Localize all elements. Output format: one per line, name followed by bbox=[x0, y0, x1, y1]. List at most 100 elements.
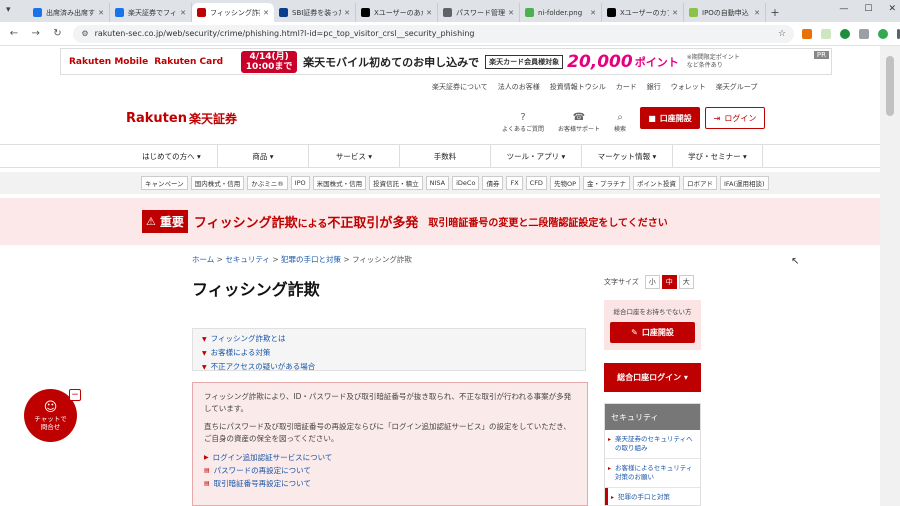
close-window-icon[interactable]: ✕ bbox=[888, 4, 896, 14]
tab-search-icon[interactable]: ▾ bbox=[6, 5, 20, 17]
support-link[interactable]: ☎ お客様サポート bbox=[558, 112, 600, 133]
subnav-item[interactable]: 金・プラチナ bbox=[583, 176, 630, 190]
rakuten-logo[interactable]: Rakuten 楽天証券 bbox=[126, 110, 237, 127]
top-link[interactable]: 法人のお客様 bbox=[498, 82, 540, 92]
url-field[interactable]: ⚙ rakuten-sec.co.jp/web/security/crime/p… bbox=[73, 24, 795, 43]
search-link[interactable]: ⌕ 検索 bbox=[614, 112, 626, 133]
gnav-item[interactable]: 商品 ▾ bbox=[217, 145, 308, 167]
gnav-item[interactable]: ツール・アプリ ▾ bbox=[490, 145, 581, 167]
browser-tab[interactable]: Xユーザーのカブ ✕ bbox=[602, 3, 684, 22]
scrollbar-thumb[interactable] bbox=[886, 56, 894, 116]
subnav-item[interactable]: かぶミニ® bbox=[247, 176, 288, 190]
gnav-item[interactable]: マーケット情報 ▾ bbox=[581, 145, 672, 167]
close-icon[interactable]: ✕ bbox=[754, 9, 760, 17]
close-icon[interactable]: ✕ bbox=[426, 9, 432, 17]
notice-link[interactable]: ▶ ログイン追加認証サービスについて bbox=[204, 451, 576, 464]
close-icon[interactable]: ✕ bbox=[180, 9, 186, 17]
subnav-item[interactable]: NISA bbox=[425, 176, 450, 190]
extension-icon[interactable] bbox=[840, 28, 851, 39]
subnav-item[interactable]: iDeCo bbox=[452, 176, 480, 190]
subnav-item[interactable]: 債券 bbox=[482, 176, 504, 190]
browser-tab[interactable]: パスワード管理ソ✕ bbox=[438, 3, 520, 22]
top-link[interactable]: 銀行 bbox=[647, 82, 661, 92]
tab-title: パスワード管理ソ bbox=[456, 8, 505, 17]
browser-tab-active[interactable]: フィッシング詐欺✕ bbox=[192, 3, 274, 22]
close-icon[interactable]: ✕ bbox=[344, 9, 350, 17]
top-link[interactable]: 楽天グループ bbox=[716, 82, 758, 92]
side-menu-item-current[interactable]: 犯罪の手口と対策 bbox=[605, 488, 700, 505]
breadcrumb-home[interactable]: ホーム bbox=[192, 255, 214, 264]
maximize-icon[interactable]: ☐ bbox=[864, 4, 872, 14]
toc-item[interactable]: ▼ お客様による対策 bbox=[202, 346, 576, 360]
breadcrumb-security[interactable]: セキュリティ bbox=[225, 255, 270, 264]
top-link[interactable]: カード bbox=[616, 82, 637, 92]
pencil-icon: ✎ bbox=[631, 328, 638, 337]
close-icon[interactable]: ✕ bbox=[98, 9, 104, 17]
notice-link[interactable]: ▤ 取引暗証番号再設定について bbox=[204, 477, 576, 490]
notice-link[interactable]: ▤ パスワードの再設定について bbox=[204, 464, 576, 477]
subnav-item[interactable]: 投資信託・積立 bbox=[369, 176, 423, 190]
side-menu-item[interactable]: 楽天証券のセキュリティへの取り組み bbox=[605, 430, 700, 459]
reload-icon[interactable]: ↻ bbox=[50, 28, 66, 39]
gnav-item[interactable]: はじめての方へ ▾ bbox=[126, 145, 217, 167]
top-link[interactable]: 楽天証券について bbox=[432, 82, 488, 92]
gnav-item[interactable]: 手数料 bbox=[399, 145, 490, 167]
minimize-icon[interactable]: — bbox=[839, 4, 848, 14]
extension-icon[interactable] bbox=[802, 28, 813, 39]
subnav-item[interactable]: ポイント投資 bbox=[633, 176, 680, 190]
ad-banner[interactable]: Rakuten Mobile Rakuten Card 4/14(月) 10:0… bbox=[60, 48, 832, 75]
toc-item[interactable]: ▼ フィッシング詐欺とは bbox=[202, 332, 576, 346]
toc-item[interactable]: ▼ 不正アクセスの疑いがある場合 bbox=[202, 360, 576, 374]
phishing-alert-banner[interactable]: ⚠ 重要 フィッシング詐欺による不正取引が多発 取引暗証番号の変更と二段階認証設定… bbox=[0, 198, 880, 245]
chat-minimize-button[interactable]: − bbox=[69, 389, 81, 401]
side-login-button[interactable]: 総合口座ログイン ▾ bbox=[604, 363, 701, 392]
font-size-medium-button[interactable]: 中 bbox=[661, 275, 677, 289]
login-icon: ⇥ bbox=[713, 113, 721, 123]
subnav-item[interactable]: 国内株式・信用 bbox=[190, 176, 245, 190]
font-size-large-button[interactable]: 大 bbox=[678, 275, 694, 289]
support-label: お客様サポート bbox=[558, 126, 601, 133]
side-open-account-button[interactable]: ✎ 口座開設 bbox=[610, 322, 695, 343]
header-login-button[interactable]: ⇥ ログイン bbox=[705, 107, 765, 129]
chat-face-icon: ☺ bbox=[43, 399, 58, 415]
profile-icon[interactable] bbox=[878, 28, 889, 39]
faq-label: よくあるご質問 bbox=[502, 126, 545, 133]
browser-tab[interactable]: 楽天証券でフィッ✕ bbox=[110, 3, 192, 22]
page-scrollbar[interactable] bbox=[880, 46, 900, 506]
browser-tab[interactable]: SBI証券を装った ✕ bbox=[274, 3, 356, 22]
font-size-small-button[interactable]: 小 bbox=[644, 275, 660, 289]
close-icon[interactable]: ✕ bbox=[590, 9, 596, 17]
subnav-item[interactable]: キャンペーン bbox=[141, 176, 188, 190]
browser-tab[interactable]: 出席済み出席する✕ bbox=[28, 3, 110, 22]
subnav-item[interactable]: 米国株式・信用 bbox=[312, 176, 367, 190]
top-link[interactable]: 投資情報トウシル bbox=[550, 82, 606, 92]
subnav-item[interactable]: CFD bbox=[525, 176, 547, 190]
close-icon[interactable]: ✕ bbox=[508, 9, 514, 17]
subnav-item[interactable]: 先物OP bbox=[549, 176, 580, 190]
extension-icon[interactable] bbox=[821, 28, 832, 39]
subnav-item[interactable]: IPO bbox=[290, 176, 310, 190]
side-menu-item[interactable]: お客様によるセキュリティ対策のお願い bbox=[605, 459, 700, 488]
top-link[interactable]: ウォレット bbox=[671, 82, 706, 92]
forward-icon[interactable]: → bbox=[28, 28, 44, 39]
subnav-item[interactable]: ロボアド bbox=[683, 176, 717, 190]
puzzle-icon[interactable] bbox=[859, 28, 870, 39]
bookmark-star-icon[interactable]: ☆ bbox=[778, 29, 786, 39]
gnav-item[interactable]: サービス ▾ bbox=[308, 145, 399, 167]
close-icon[interactable]: ✕ bbox=[263, 9, 269, 17]
subnav-item[interactable]: IFA(運用相談) bbox=[720, 176, 769, 190]
back-icon[interactable]: ← bbox=[6, 28, 22, 39]
close-icon[interactable]: ✕ bbox=[672, 9, 678, 17]
mouse-cursor-icon: ↖ bbox=[791, 256, 800, 267]
faq-link[interactable]: ? よくあるご質問 bbox=[502, 112, 544, 133]
browser-tab[interactable]: IPOの自動申込 ✕ bbox=[684, 3, 766, 22]
subnav-item[interactable]: FX bbox=[506, 176, 523, 190]
new-tab-button[interactable]: + bbox=[766, 3, 784, 22]
ad-note: ※期間限定ポイント など条件あり bbox=[687, 54, 740, 70]
browser-tab[interactable]: ni-folder.png ✕ bbox=[520, 3, 602, 22]
site-info-icon[interactable]: ⚙ bbox=[81, 29, 88, 38]
gnav-item[interactable]: 学び・セミナー ▾ bbox=[672, 145, 763, 167]
browser-tab[interactable]: Xユーザーのあか ✕ bbox=[356, 3, 438, 22]
breadcrumb-crime[interactable]: 犯罪の手口と対策 bbox=[281, 255, 341, 264]
header-open-account-button[interactable]: ■ 口座開設 bbox=[640, 107, 700, 129]
